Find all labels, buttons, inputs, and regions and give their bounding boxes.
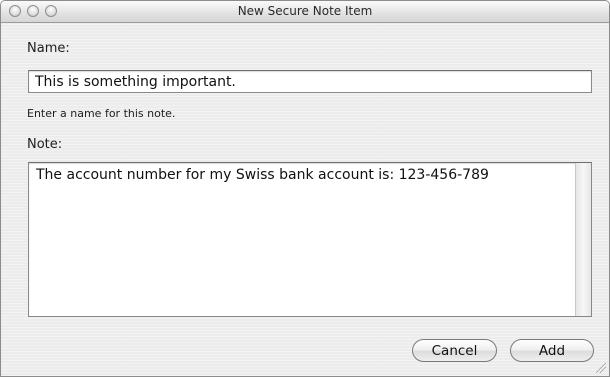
cancel-button[interactable]: Cancel [412, 339, 497, 362]
name-field[interactable] [28, 70, 592, 93]
resize-grip-icon[interactable] [596, 363, 606, 373]
name-input[interactable] [29, 71, 591, 92]
window-title: New Secure Note Item [237, 4, 373, 18]
note-label: Note: [27, 137, 63, 152]
note-field[interactable]: The account number for my Swiss bank acc… [28, 162, 592, 317]
title-bar[interactable]: New Secure Note Item [1, 1, 609, 23]
note-scrollbar[interactable] [575, 163, 591, 316]
name-label: Name: [27, 41, 70, 56]
note-textarea[interactable]: The account number for my Swiss bank acc… [29, 163, 575, 316]
dialog-window: New Secure Note Item Name: Enter a name … [0, 0, 610, 377]
name-hint: Enter a name for this note. [27, 107, 176, 120]
add-button[interactable]: Add [510, 339, 594, 362]
